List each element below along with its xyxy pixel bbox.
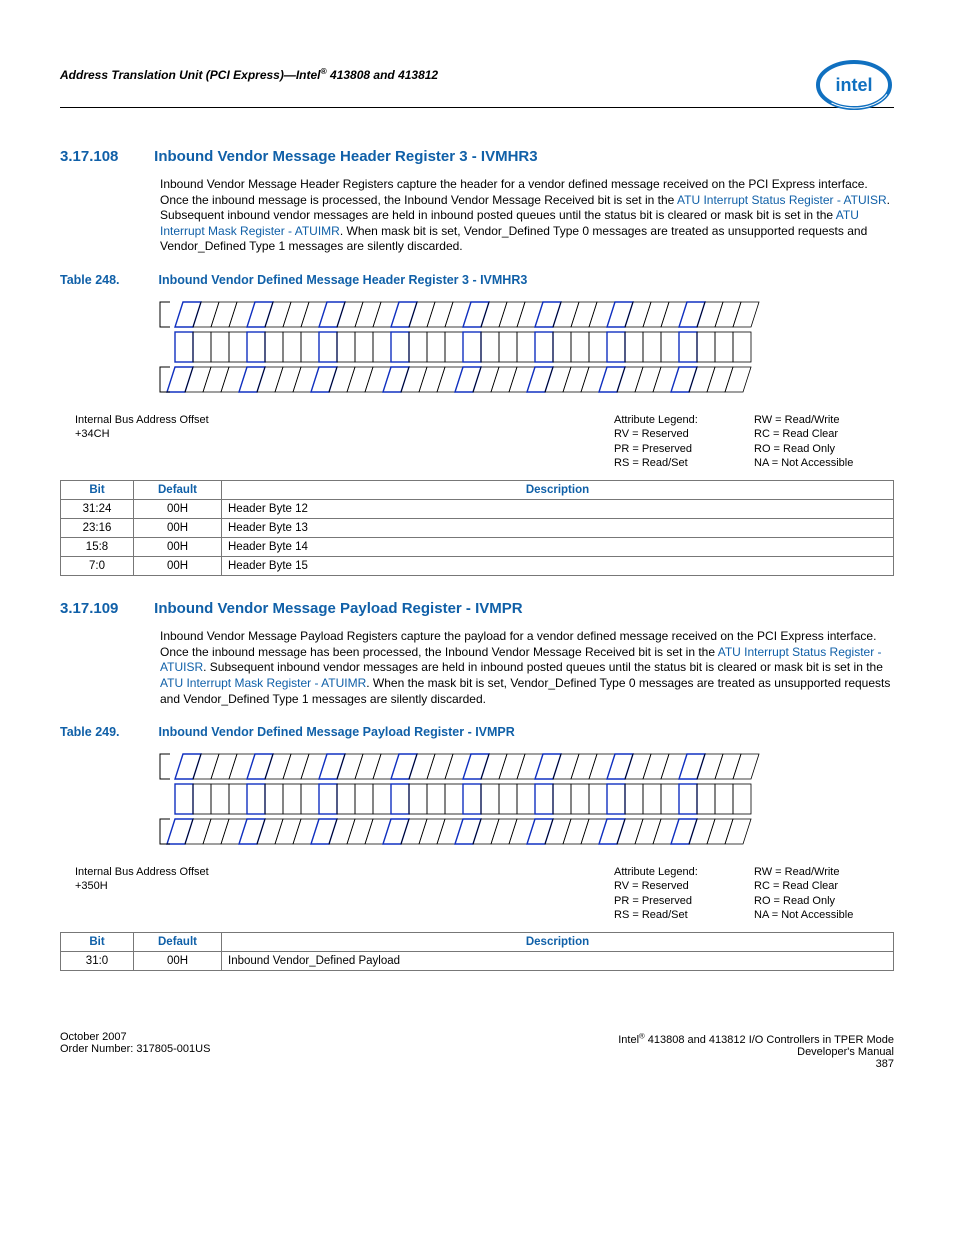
legend-item: RV = Reserved	[614, 428, 689, 440]
cell-bit: 23:16	[61, 519, 134, 538]
th-bit: Bit	[61, 481, 134, 500]
table-number: Table 249.	[60, 725, 155, 739]
footer-order-number: Order Number: 317805-001US	[60, 1043, 210, 1055]
legend-item: NA = Not Accessible	[754, 457, 853, 469]
offset-info: Internal Bus Address Offset +34CH	[75, 413, 614, 470]
legend-row-1: Internal Bus Address Offset +34CH Attrib…	[75, 413, 894, 470]
legend-item: NA = Not Accessible	[754, 909, 853, 921]
table-title: Inbound Vendor Defined Message Payload R…	[158, 725, 514, 739]
register-bit-diagram-1	[75, 297, 894, 407]
th-default: Default	[134, 933, 222, 952]
th-bit: Bit	[61, 933, 134, 952]
register-table-2: Bit Default Description 31:000HInbound V…	[60, 932, 894, 971]
section-number: 3.17.109	[60, 600, 150, 617]
link-atuisr[interactable]: ATU Interrupt Status Register - ATUISR	[677, 193, 887, 207]
section-number: 3.17.108	[60, 148, 150, 165]
attribute-legend-left: Attribute Legend: RV = Reserved PR = Pre…	[614, 413, 754, 470]
cell-default: 00H	[134, 519, 222, 538]
section-heading-1: 3.17.108 Inbound Vendor Message Header R…	[60, 148, 894, 165]
page-footer: October 2007 Order Number: 317805-001US …	[60, 1031, 894, 1070]
legend-item: RO = Read Only	[754, 443, 835, 455]
section-heading-2: 3.17.109 Inbound Vendor Message Payload …	[60, 600, 894, 617]
th-default: Default	[134, 481, 222, 500]
table-row: 31:000HInbound Vendor_Defined Payload	[61, 952, 894, 971]
cell-bit: 7:0	[61, 557, 134, 576]
svg-text:intel: intel	[835, 75, 872, 95]
cell-bit: 15:8	[61, 538, 134, 557]
cell-desc: Inbound Vendor_Defined Payload	[222, 952, 894, 971]
legend-row-2: Internal Bus Address Offset +350H Attrib…	[75, 865, 894, 922]
table-caption-248: Table 248. Inbound Vendor Defined Messag…	[60, 273, 894, 287]
table-row: 15:800HHeader Byte 14	[61, 538, 894, 557]
section1-paragraph: Inbound Vendor Message Header Registers …	[160, 177, 894, 255]
attribute-legend-right: RW = Read/Write RC = Read Clear RO = Rea…	[754, 865, 894, 922]
intel-logo-icon: intel	[814, 58, 894, 115]
register-table-1: Bit Default Description 31:2400HHeader B…	[60, 480, 894, 576]
footer-right: Intel® 413808 and 413812 I/O Controllers…	[618, 1031, 894, 1070]
cell-default: 00H	[134, 557, 222, 576]
offset-value: +34CH	[75, 428, 110, 440]
offset-value: +350H	[75, 880, 108, 892]
attribute-legend-left: Attribute Legend: RV = Reserved PR = Pre…	[614, 865, 754, 922]
footer-product: Intel® 413808 and 413812 I/O Controllers…	[618, 1034, 894, 1046]
offset-info: Internal Bus Address Offset +350H	[75, 865, 614, 922]
cell-default: 00H	[134, 952, 222, 971]
attribute-legend-right: RW = Read/Write RC = Read Clear RO = Rea…	[754, 413, 894, 470]
legend-item: PR = Preserved	[614, 443, 692, 455]
footer-date: October 2007	[60, 1031, 127, 1043]
cell-default: 00H	[134, 500, 222, 519]
cell-default: 00H	[134, 538, 222, 557]
header-title-text: Address Translation Unit (PCI Express)—I…	[60, 68, 438, 82]
legend-item: RW = Read/Write	[754, 414, 839, 426]
legend-item: RC = Read Clear	[754, 880, 838, 892]
th-desc: Description	[222, 481, 894, 500]
footer-left: October 2007 Order Number: 317805-001US	[60, 1031, 210, 1070]
link-atuimr[interactable]: ATU Interrupt Mask Register - ATUIMR	[160, 676, 366, 690]
section-title: Inbound Vendor Message Header Register 3…	[154, 148, 537, 165]
cell-desc: Header Byte 12	[222, 500, 894, 519]
legend-item: RS = Read/Set	[614, 909, 688, 921]
table-title: Inbound Vendor Defined Message Header Re…	[158, 273, 527, 287]
legend-item: RW = Read/Write	[754, 866, 839, 878]
legend-item: RS = Read/Set	[614, 457, 688, 469]
para-text: . Subsequent inbound vendor messages are…	[203, 660, 883, 674]
th-desc: Description	[222, 933, 894, 952]
legend-item: RC = Read Clear	[754, 428, 838, 440]
footer-manual: Developer's Manual	[797, 1046, 894, 1058]
cell-desc: Header Byte 14	[222, 538, 894, 557]
header-title: Address Translation Unit (PCI Express)—I…	[60, 66, 438, 92]
legend-label: Attribute Legend:	[614, 414, 698, 426]
register-bit-diagram-2	[75, 749, 894, 859]
table-row: 7:000HHeader Byte 15	[61, 557, 894, 576]
legend-item: PR = Preserved	[614, 895, 692, 907]
table-row: 23:1600HHeader Byte 13	[61, 519, 894, 538]
table-header-row: Bit Default Description	[61, 933, 894, 952]
cell-desc: Header Byte 15	[222, 557, 894, 576]
section2-paragraph: Inbound Vendor Message Payload Registers…	[160, 629, 894, 707]
table-header-row: Bit Default Description	[61, 481, 894, 500]
table-caption-249: Table 249. Inbound Vendor Defined Messag…	[60, 725, 894, 739]
section-title: Inbound Vendor Message Payload Register …	[154, 600, 522, 617]
offset-label: Internal Bus Address Offset	[75, 866, 209, 878]
cell-bit: 31:24	[61, 500, 134, 519]
table-number: Table 248.	[60, 273, 155, 287]
cell-desc: Header Byte 13	[222, 519, 894, 538]
legend-item: RO = Read Only	[754, 895, 835, 907]
legend-item: RV = Reserved	[614, 880, 689, 892]
page-header: Address Translation Unit (PCI Express)—I…	[60, 50, 894, 108]
footer-page-number: 387	[876, 1058, 894, 1070]
legend-label: Attribute Legend:	[614, 866, 698, 878]
cell-bit: 31:0	[61, 952, 134, 971]
offset-label: Internal Bus Address Offset	[75, 414, 209, 426]
table-row: 31:2400HHeader Byte 12	[61, 500, 894, 519]
